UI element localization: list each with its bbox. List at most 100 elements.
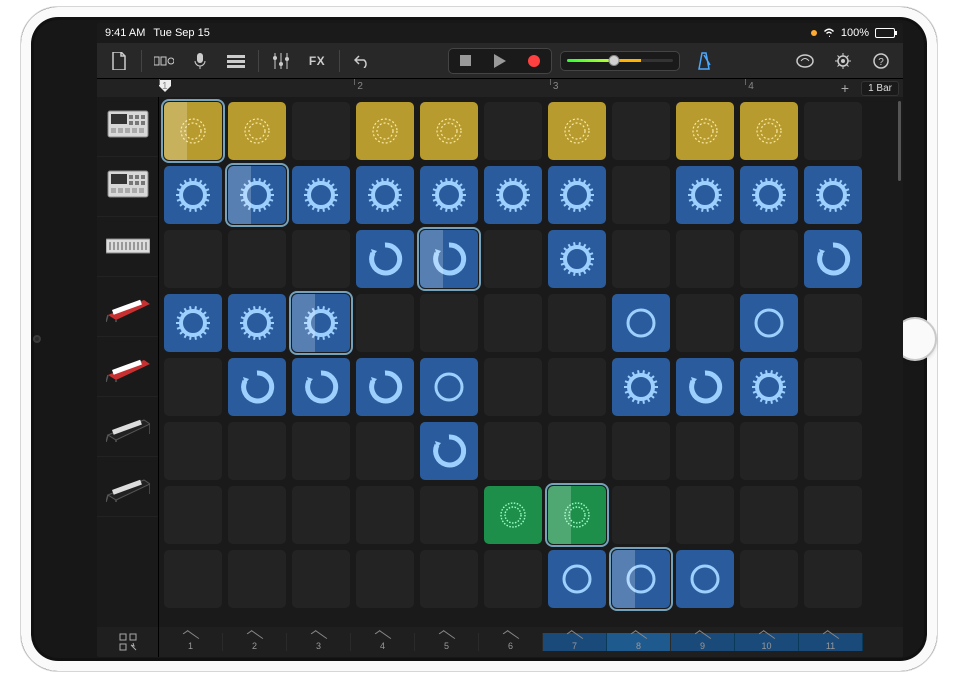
fx-button[interactable]: FX — [301, 47, 333, 75]
column-trigger[interactable]: 3 — [287, 633, 351, 651]
loop-cell[interactable] — [163, 165, 223, 225]
column-trigger[interactable]: 10 — [735, 633, 799, 651]
loop-cell[interactable] — [611, 293, 671, 353]
loop-cell[interactable] — [675, 101, 735, 161]
empty-cell[interactable] — [291, 229, 351, 289]
empty-cell[interactable] — [163, 485, 223, 545]
empty-cell[interactable] — [739, 421, 799, 481]
empty-cell[interactable] — [803, 549, 863, 609]
loop-cell[interactable] — [739, 293, 799, 353]
empty-cell[interactable] — [803, 485, 863, 545]
loop-cell[interactable] — [419, 101, 479, 161]
loop-cell[interactable] — [419, 229, 479, 289]
track-header-synth-rack[interactable] — [97, 217, 158, 277]
empty-cell[interactable] — [355, 421, 415, 481]
loop-cell[interactable] — [227, 101, 287, 161]
empty-cell[interactable] — [675, 229, 735, 289]
loop-cell[interactable] — [163, 293, 223, 353]
empty-cell[interactable] — [739, 229, 799, 289]
empty-cell[interactable] — [355, 293, 415, 353]
loop-cell[interactable] — [803, 229, 863, 289]
play-button[interactable] — [483, 49, 517, 73]
column-trigger[interactable]: 5 — [415, 633, 479, 651]
loop-cell[interactable] — [547, 549, 607, 609]
loop-cell[interactable] — [547, 101, 607, 161]
master-volume-slider[interactable] — [560, 51, 680, 71]
empty-cell[interactable] — [355, 549, 415, 609]
track-controls-button[interactable] — [265, 47, 297, 75]
browser-button[interactable] — [148, 47, 180, 75]
empty-cell[interactable] — [547, 421, 607, 481]
loop-cell[interactable] — [675, 549, 735, 609]
loop-cell[interactable] — [547, 485, 607, 545]
empty-cell[interactable] — [163, 229, 223, 289]
empty-cell[interactable] — [291, 485, 351, 545]
empty-cell[interactable] — [227, 549, 287, 609]
empty-cell[interactable] — [803, 101, 863, 161]
column-trigger[interactable]: 2 — [223, 633, 287, 651]
record-button[interactable] — [517, 49, 551, 73]
column-trigger[interactable]: 7 — [543, 633, 607, 651]
loop-cell[interactable] — [547, 165, 607, 225]
track-view-button[interactable] — [220, 47, 252, 75]
loop-cell[interactable] — [483, 485, 543, 545]
column-trigger[interactable]: 1 — [159, 633, 223, 651]
empty-cell[interactable] — [227, 485, 287, 545]
empty-cell[interactable] — [483, 229, 543, 289]
loop-cell[interactable] — [611, 357, 671, 417]
track-header-keyboard-dark-1[interactable] — [97, 397, 158, 457]
loop-cell[interactable] — [675, 357, 735, 417]
vertical-scrollbar[interactable] — [898, 101, 901, 181]
loop-cell[interactable] — [227, 165, 287, 225]
loop-cell[interactable] — [419, 357, 479, 417]
track-header-drum-machine-2[interactable] — [97, 157, 158, 217]
loop-cell[interactable] — [483, 165, 543, 225]
loop-browser-button[interactable] — [789, 47, 821, 75]
empty-cell[interactable] — [611, 421, 671, 481]
loop-cell[interactable] — [739, 357, 799, 417]
track-header-keyboard-dark-2[interactable] — [97, 457, 158, 517]
empty-cell[interactable] — [675, 485, 735, 545]
zoom-level-label[interactable]: 1 Bar — [861, 81, 899, 96]
empty-cell[interactable] — [163, 357, 223, 417]
empty-cell[interactable] — [675, 421, 735, 481]
volume-knob[interactable] — [609, 55, 620, 66]
empty-cell[interactable] — [419, 293, 479, 353]
help-button[interactable]: ? — [865, 47, 897, 75]
empty-cell[interactable] — [611, 485, 671, 545]
empty-cell[interactable] — [803, 293, 863, 353]
grid-mode-button[interactable] — [97, 627, 159, 657]
empty-cell[interactable] — [291, 421, 351, 481]
timeline-ruler[interactable]: 1234 + 1 Bar — [97, 79, 903, 97]
loop-cell[interactable] — [163, 101, 223, 161]
loop-cell[interactable] — [291, 165, 351, 225]
track-header-drum-machine-1[interactable] — [97, 97, 158, 157]
empty-cell[interactable] — [227, 421, 287, 481]
empty-cell[interactable] — [483, 549, 543, 609]
column-trigger[interactable]: 9 — [671, 633, 735, 651]
track-header-keyboard-red-1[interactable] — [97, 277, 158, 337]
loop-cell[interactable] — [419, 165, 479, 225]
empty-cell[interactable] — [547, 357, 607, 417]
empty-cell[interactable] — [611, 229, 671, 289]
my-songs-button[interactable] — [103, 47, 135, 75]
empty-cell[interactable] — [163, 549, 223, 609]
loop-cell[interactable] — [355, 229, 415, 289]
loop-cell[interactable] — [227, 357, 287, 417]
loop-cell[interactable] — [675, 165, 735, 225]
empty-cell[interactable] — [483, 357, 543, 417]
track-header-keyboard-red-2[interactable] — [97, 337, 158, 397]
add-section-button[interactable]: + — [841, 81, 849, 95]
empty-cell[interactable] — [675, 293, 735, 353]
empty-cell[interactable] — [483, 101, 543, 161]
loop-cell[interactable] — [739, 165, 799, 225]
empty-cell[interactable] — [739, 549, 799, 609]
loop-cell[interactable] — [355, 101, 415, 161]
loop-cell[interactable] — [291, 293, 351, 353]
empty-cell[interactable] — [483, 421, 543, 481]
empty-cell[interactable] — [227, 229, 287, 289]
loop-cell[interactable] — [355, 165, 415, 225]
column-trigger[interactable]: 11 — [799, 633, 863, 651]
empty-cell[interactable] — [291, 549, 351, 609]
empty-cell[interactable] — [291, 101, 351, 161]
